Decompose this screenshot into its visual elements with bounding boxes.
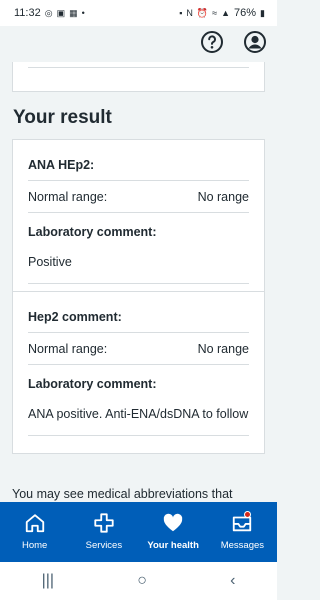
normal-range-label: Normal range: bbox=[28, 341, 108, 356]
tab-messages[interactable]: Messages bbox=[208, 502, 277, 562]
home-icon bbox=[25, 514, 44, 533]
battery-icon: ▮ bbox=[260, 7, 265, 18]
account-icon bbox=[244, 31, 266, 53]
lab-comment-label: Laboratory comment: bbox=[28, 377, 157, 391]
content-scroll[interactable]: Your result ANA HEp2: Normal range: No r… bbox=[0, 62, 277, 502]
status-bar: 11:32 ◎ ▣ ▦ • ▪ N ⏰ ≈ ▲ 76% ▮ bbox=[0, 0, 277, 26]
system-nav-bar: ||| ○ ‹ bbox=[0, 562, 277, 600]
lab-comment-label-row: Laboratory comment: bbox=[28, 365, 249, 393]
lab-comment-text: Positive bbox=[28, 241, 249, 284]
abbreviations-intro-text: You may see medical abbreviations that bbox=[12, 487, 233, 501]
account-button[interactable] bbox=[243, 30, 267, 54]
normal-range-value: No range bbox=[197, 189, 249, 204]
bottom-tab-bar: Home Services Your health Messages bbox=[0, 502, 277, 562]
calendar-icon: ▦ bbox=[69, 7, 78, 18]
unread-badge bbox=[243, 511, 251, 518]
normal-range-row: Normal range: No range bbox=[28, 333, 249, 365]
recent-apps-button[interactable]: ||| bbox=[42, 572, 54, 590]
alarm-icon: ⏰ bbox=[196, 7, 209, 18]
previous-card bbox=[12, 62, 265, 92]
app-header bbox=[0, 26, 277, 62]
tab-label: Your health bbox=[147, 540, 199, 551]
dot-icon: • bbox=[81, 7, 85, 18]
question-circle-icon bbox=[201, 31, 223, 53]
battery-level: 76% bbox=[234, 7, 257, 19]
normal-range-value: No range bbox=[197, 341, 249, 356]
heart-icon bbox=[163, 513, 183, 532]
result-name-row: Hep2 comment: bbox=[28, 292, 249, 333]
status-time: 11:32 bbox=[14, 7, 41, 19]
wifi-icon: ≈ bbox=[212, 7, 218, 18]
signal-icon: ▲ bbox=[221, 7, 231, 18]
lock-icon: ▪ bbox=[179, 7, 183, 18]
result-card: Hep2 comment: Normal range: No range Lab… bbox=[12, 291, 265, 454]
tab-label: Home bbox=[21, 540, 48, 551]
result-name: Hep2 comment: bbox=[28, 310, 122, 324]
cross-icon bbox=[94, 513, 114, 533]
home-button[interactable]: ○ bbox=[137, 572, 147, 590]
lab-comment-label: Laboratory comment: bbox=[28, 225, 157, 239]
lab-comment-label-row: Laboratory comment: bbox=[28, 213, 249, 241]
normal-range-label: Normal range: bbox=[28, 189, 108, 204]
result-name: ANA HEp2: bbox=[28, 158, 95, 172]
divider bbox=[28, 67, 249, 68]
tab-your-health[interactable]: Your health bbox=[139, 502, 208, 562]
tab-label: Messages bbox=[220, 540, 265, 551]
lab-comment-text: ANA positive. Anti-ENA/dsDNA to follow bbox=[28, 393, 249, 436]
gallery-icon: ▣ bbox=[56, 7, 66, 18]
tab-services[interactable]: Services bbox=[69, 502, 138, 562]
nfc-icon: N bbox=[186, 7, 193, 18]
back-button[interactable]: ‹ bbox=[230, 572, 235, 590]
help-button[interactable] bbox=[200, 30, 224, 54]
result-name-row: ANA HEp2: bbox=[28, 140, 249, 181]
tab-home[interactable]: Home bbox=[0, 502, 69, 562]
section-title: Your result bbox=[13, 107, 112, 128]
whatsapp-icon: ◎ bbox=[44, 7, 53, 18]
normal-range-row: Normal range: No range bbox=[28, 181, 249, 213]
tab-label: Services bbox=[85, 540, 123, 551]
